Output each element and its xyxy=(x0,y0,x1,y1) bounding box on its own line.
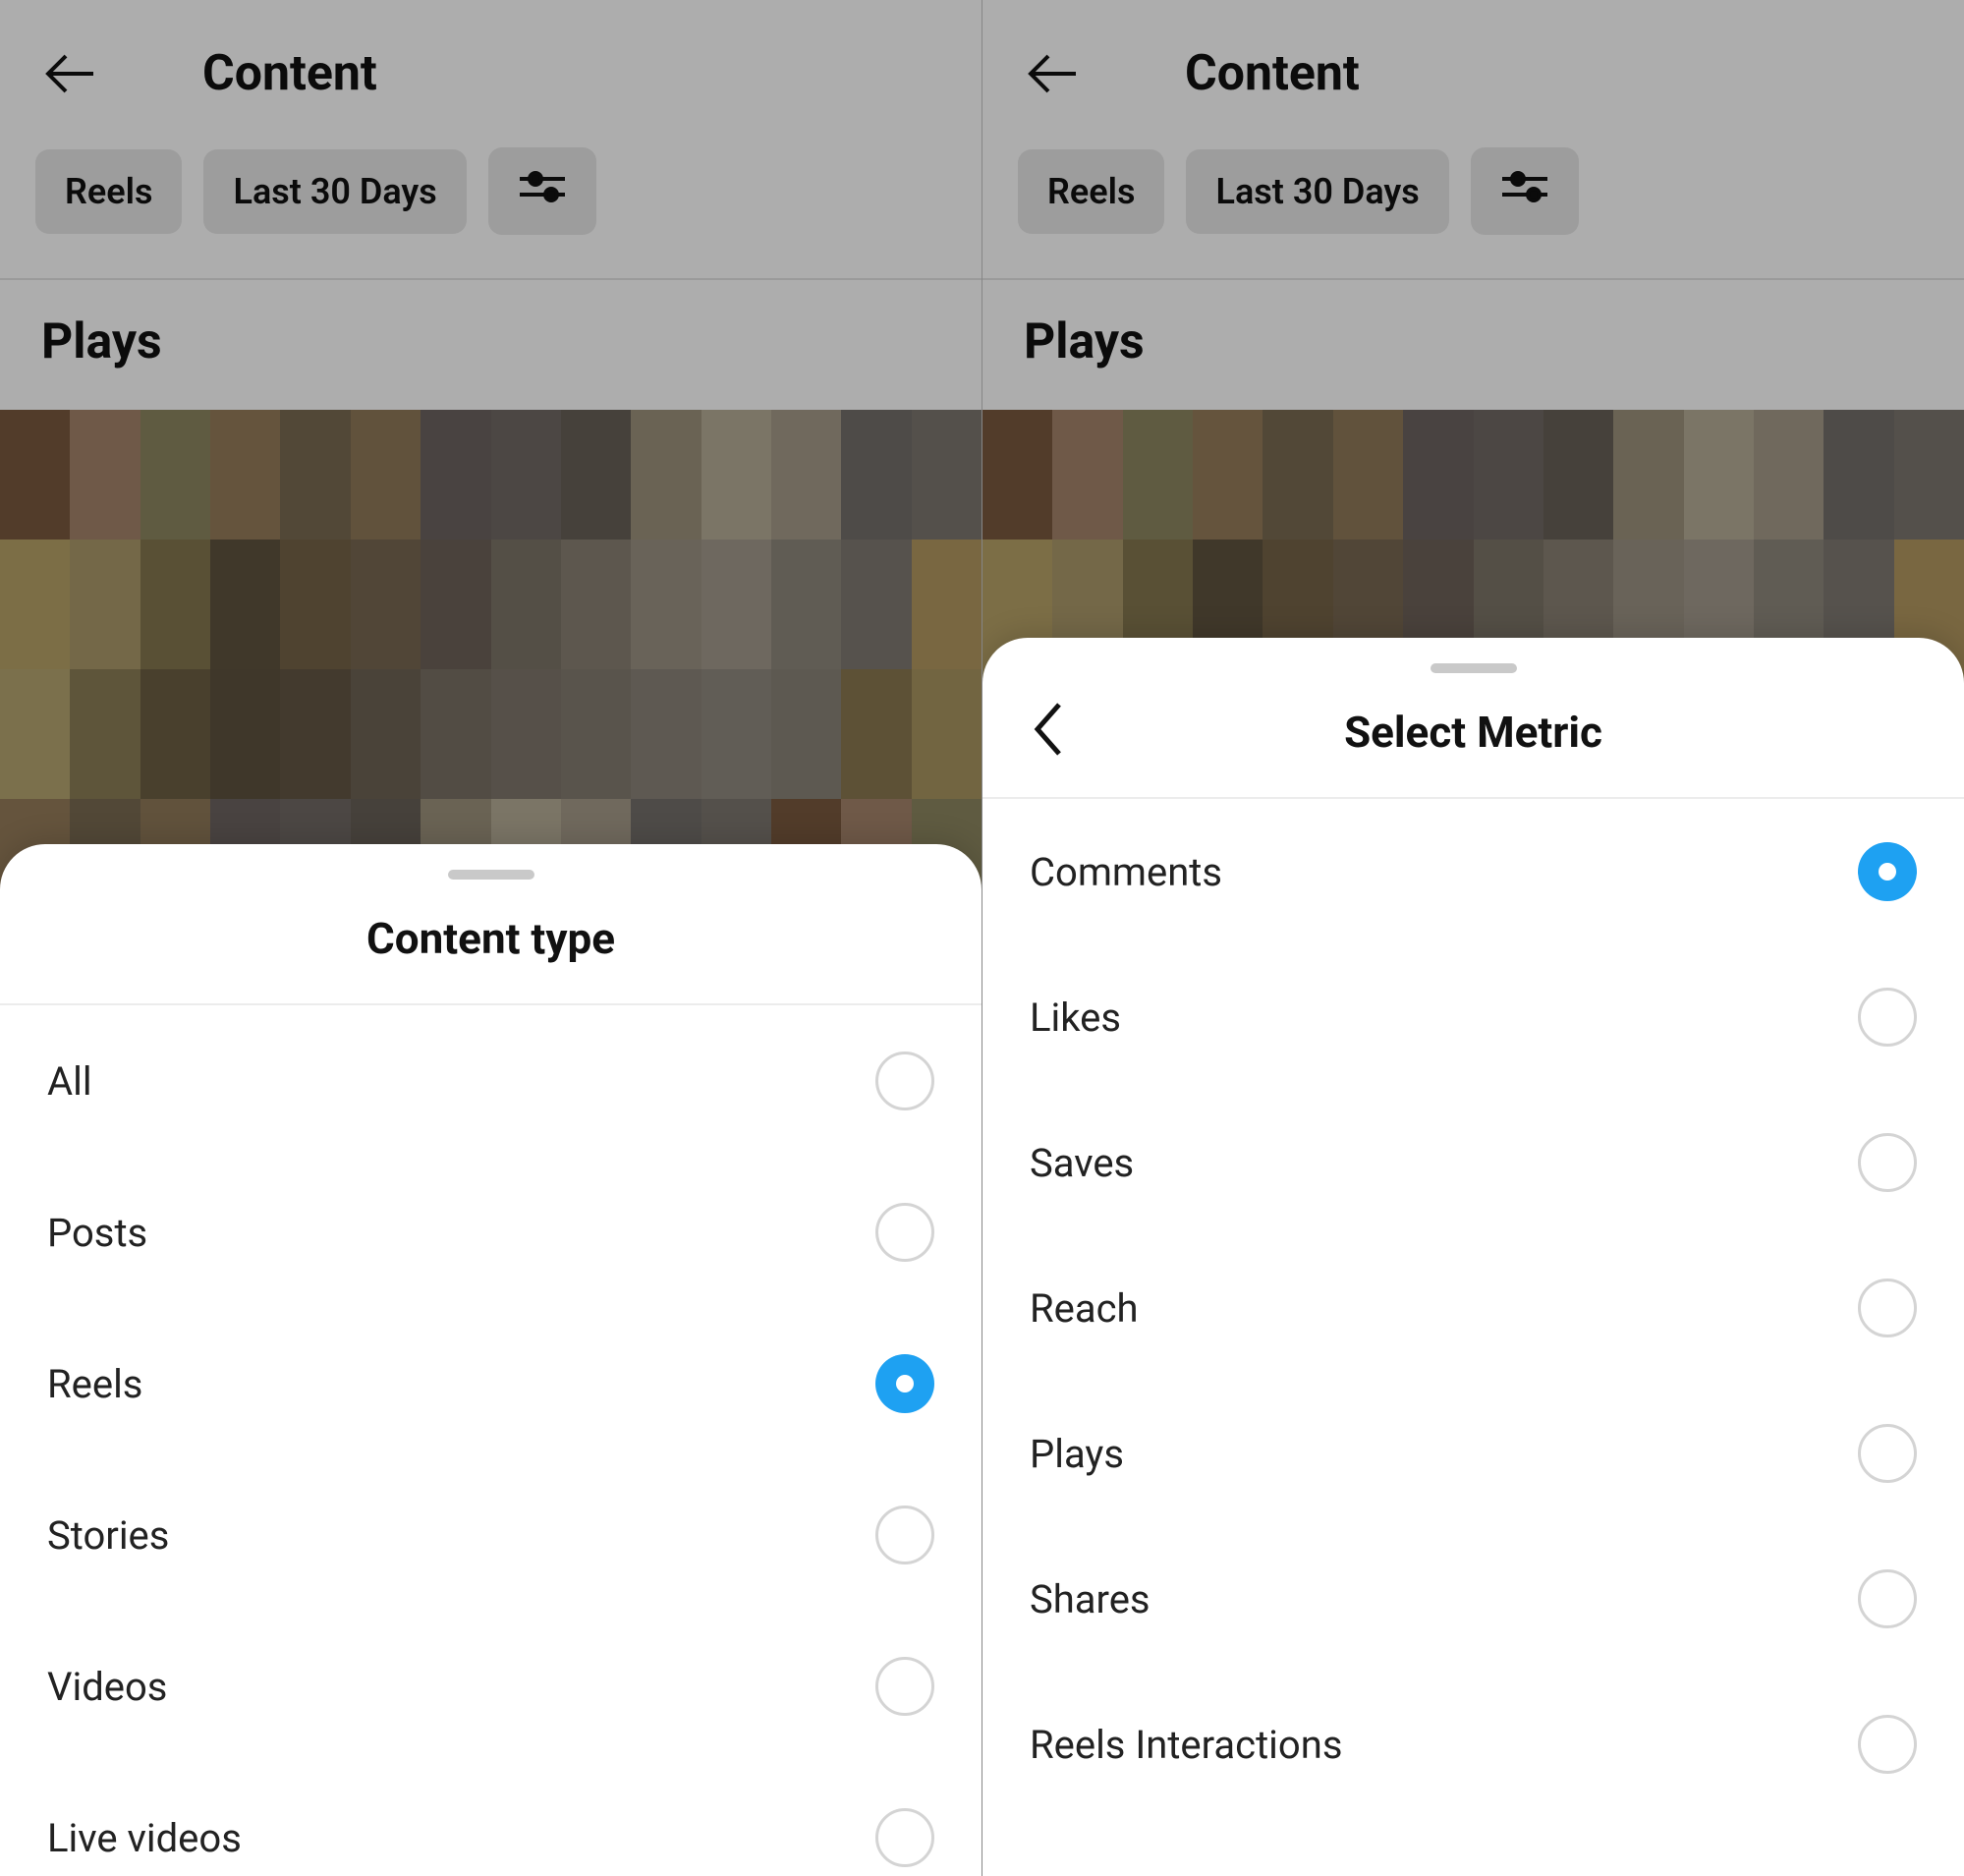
chip-content-type[interactable]: Reels xyxy=(1018,149,1164,234)
phone-screen-left: Content Reels Last 30 Days Plays Content… xyxy=(0,0,982,1876)
option-row[interactable]: Shares xyxy=(982,1526,1964,1672)
option-label: Live videos xyxy=(47,1815,242,1861)
radio-button[interactable] xyxy=(1858,1133,1917,1192)
option-list: All Posts Reels Stories Videos Live videos xyxy=(0,1005,982,1876)
radio-button[interactable] xyxy=(875,1506,934,1564)
chip-date-range[interactable]: Last 30 Days xyxy=(1186,149,1448,234)
bottom-sheet-select-metric: Select Metric Comments Likes Saves Reach Pla… xyxy=(982,638,1964,1876)
section-title: Plays xyxy=(0,280,982,410)
radio-button[interactable] xyxy=(875,1808,934,1867)
option-label: Videos xyxy=(47,1664,167,1710)
phone-screen-right: Content Reels Last 30 Days Plays xyxy=(982,0,1964,1876)
radio-button[interactable] xyxy=(1858,1279,1917,1337)
radio-button[interactable] xyxy=(1858,1715,1917,1774)
radio-button[interactable] xyxy=(875,1052,934,1110)
sheet-header: Select Metric xyxy=(982,695,1964,797)
chevron-left-icon xyxy=(1028,699,1069,764)
option-label: Stories xyxy=(47,1512,169,1559)
sheet-grabber[interactable] xyxy=(448,870,534,880)
filter-sliders-icon xyxy=(518,165,567,217)
radio-button[interactable] xyxy=(875,1354,934,1413)
option-label: Shares xyxy=(1030,1576,1150,1622)
topbar: Content xyxy=(0,0,982,147)
option-row[interactable]: Comments xyxy=(982,799,1964,944)
option-label: Reach xyxy=(1030,1285,1139,1332)
option-label: All xyxy=(47,1058,92,1105)
sheet-title: Content type xyxy=(366,913,615,964)
option-label: Likes xyxy=(1030,995,1121,1041)
radio-dot xyxy=(896,1375,914,1393)
topbar: Content xyxy=(982,0,1964,147)
radio-button[interactable] xyxy=(1858,1424,1917,1483)
option-label: Reels xyxy=(47,1361,142,1407)
back-arrow-icon[interactable] xyxy=(35,39,104,108)
chip-filter-button[interactable] xyxy=(488,147,596,235)
option-label: Plays xyxy=(1030,1431,1124,1477)
filter-chip-row: Reels Last 30 Days xyxy=(982,147,1964,278)
option-label: Comments xyxy=(1030,849,1222,895)
sheet-grabber[interactable] xyxy=(1431,663,1517,673)
option-row[interactable]: Live videos xyxy=(0,1762,982,1876)
page-title: Content xyxy=(1185,45,1360,102)
filter-sliders-icon xyxy=(1500,165,1549,217)
filter-chip-row: Reels Last 30 Days xyxy=(0,147,982,278)
option-row[interactable]: Reels Interactions xyxy=(982,1672,1964,1817)
radio-button[interactable] xyxy=(875,1657,934,1716)
radio-button[interactable] xyxy=(875,1203,934,1262)
option-row[interactable]: Posts xyxy=(0,1157,982,1308)
option-row[interactable]: Reels xyxy=(0,1308,982,1459)
option-row[interactable]: Videos xyxy=(0,1611,982,1762)
section-title: Plays xyxy=(982,280,1964,410)
back-arrow-icon[interactable] xyxy=(1018,39,1087,108)
bottom-sheet-content-type: Content type All Posts Reels Stories Videos L… xyxy=(0,844,982,1876)
sheet-title: Select Metric xyxy=(1344,707,1602,758)
option-row[interactable]: Saves xyxy=(982,1090,1964,1235)
sheet-header: Content type xyxy=(0,901,982,1003)
option-label: Posts xyxy=(47,1210,147,1256)
option-row[interactable]: All xyxy=(0,1005,982,1157)
option-label: Saves xyxy=(1030,1140,1134,1186)
chip-content-type[interactable]: Reels xyxy=(35,149,182,234)
radio-button[interactable] xyxy=(1858,842,1917,901)
option-list: Comments Likes Saves Reach Plays Shares Reels … xyxy=(982,799,1964,1817)
option-row[interactable]: Plays xyxy=(982,1381,1964,1526)
option-row[interactable]: Reach xyxy=(982,1235,1964,1381)
page-title: Content xyxy=(202,45,377,102)
option-row[interactable]: Likes xyxy=(982,944,1964,1090)
radio-button[interactable] xyxy=(1858,1569,1917,1628)
radio-dot xyxy=(1879,863,1896,881)
radio-button[interactable] xyxy=(1858,988,1917,1047)
option-row[interactable]: Stories xyxy=(0,1459,982,1611)
option-label: Reels Interactions xyxy=(1030,1722,1342,1768)
chip-filter-button[interactable] xyxy=(1471,147,1579,235)
sheet-back-button[interactable] xyxy=(1028,699,1069,764)
chip-date-range[interactable]: Last 30 Days xyxy=(203,149,466,234)
